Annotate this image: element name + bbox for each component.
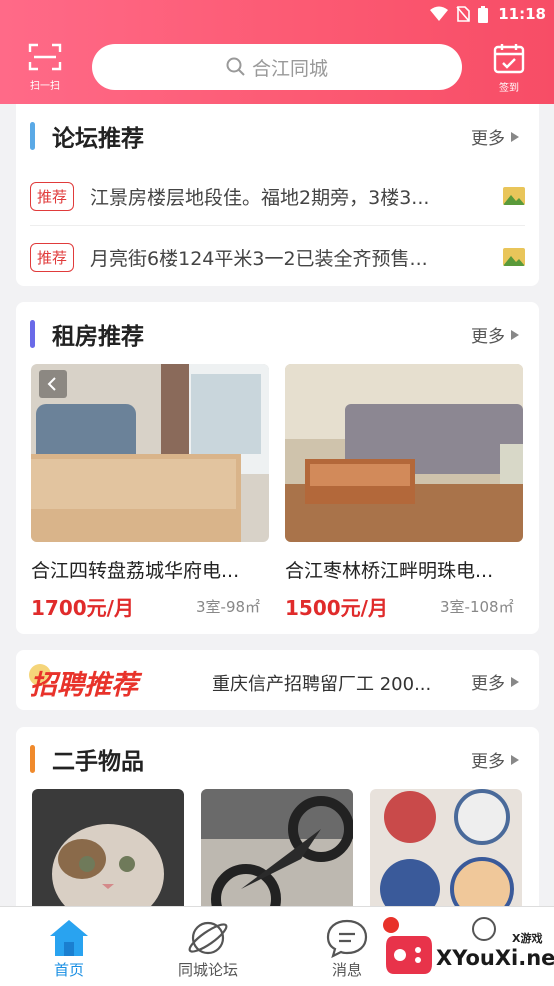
rental-more-link[interactable]: 更多 <box>471 322 519 347</box>
arrow-right-icon <box>511 676 519 687</box>
secondhand-section: 二手物品 更多 <box>16 727 539 929</box>
scan-label: 扫一扫 <box>30 81 60 92</box>
message-icon <box>326 919 368 958</box>
tab-forum-label: 同城论坛 <box>177 961 238 979</box>
divider <box>30 225 525 226</box>
jobs-more-link[interactable]: 更多 <box>471 669 519 694</box>
image-icon <box>503 248 525 266</box>
more-label: 更多 <box>471 752 505 772</box>
app-header: 11:18 扫一扫 合江同城 签到 <box>0 0 554 104</box>
tab-home[interactable]: 首页 <box>9 917 129 980</box>
more-label: 更多 <box>471 674 505 694</box>
secondhand-more-link[interactable]: 更多 <box>471 747 519 772</box>
image-icon <box>503 187 525 205</box>
rental-header: 租房推荐 更多 <box>16 302 539 356</box>
forum-post[interactable]: 推荐 月亮街6楼124平米3一2已装全齐预售... <box>30 228 525 286</box>
gamepad-logo-icon <box>386 936 432 974</box>
section-accent-bar <box>30 122 35 150</box>
tab-home-label: 首页 <box>53 961 84 979</box>
jobs-banner[interactable]: 招聘推荐 重庆信产招聘留厂工 200... 更多 <box>16 650 539 710</box>
watermark-badge: X游戏 <box>510 930 545 946</box>
search-icon <box>226 57 245 76</box>
forum-more-link[interactable]: 更多 <box>471 124 519 149</box>
section-accent-bar <box>30 320 35 348</box>
jobs-logo: 招聘推荐 <box>30 670 138 701</box>
rental-spec-2: 3室-108㎡ <box>440 598 514 616</box>
forum-post-title: 江景房楼层地段佳。福地2期旁，3楼3... <box>90 186 430 209</box>
search-bar[interactable]: 合江同城 <box>92 44 462 90</box>
watermark-brand: XYouXi.net <box>436 946 554 970</box>
secondhand-header: 二手物品 更多 <box>16 727 539 781</box>
rental-price-2: 1500元/月 <box>285 596 388 620</box>
rental-title-1[interactable]: 合江四转盘荔城华府电... <box>31 556 269 583</box>
secondhand-title: 二手物品 <box>52 749 144 775</box>
arrow-right-icon <box>511 131 519 142</box>
arrow-right-icon <box>511 754 519 765</box>
forum-post[interactable]: 推荐 江景房楼层地段佳。福地2期旁，3楼3... <box>30 167 525 225</box>
more-label: 更多 <box>471 327 505 347</box>
rental-title: 租房推荐 <box>52 324 144 350</box>
wifi-icon <box>430 6 448 21</box>
recommend-tag: 推荐 <box>30 181 75 211</box>
search-placeholder: 合江同城 <box>251 57 328 80</box>
tab-forum[interactable]: 同城论坛 <box>148 917 268 980</box>
scan-icon <box>28 43 62 71</box>
checkin-button[interactable]: 签到 <box>486 42 532 94</box>
status-icons <box>430 6 488 23</box>
prev-arrow-button[interactable] <box>39 370 67 398</box>
forum-header: 论坛推荐 更多 <box>16 104 539 158</box>
more-label: 更多 <box>471 129 505 149</box>
arrow-right-icon <box>511 329 519 340</box>
clock: 11:18 <box>498 5 546 23</box>
recommend-tag: 推荐 <box>30 242 75 272</box>
rental-photo[interactable] <box>31 364 269 542</box>
forum-title: 论坛推荐 <box>52 126 144 152</box>
forum-post-title: 月亮街6楼124平米3一2已装全齐预售... <box>90 247 428 270</box>
rental-spec-1: 3室-98㎡ <box>196 598 261 616</box>
no-sim-icon <box>456 6 470 22</box>
rental-title-2[interactable]: 合江枣林桥江畔明珠电... <box>285 556 523 583</box>
home-icon <box>50 920 88 956</box>
calendar-check-icon <box>493 44 525 74</box>
planet-icon <box>188 921 228 955</box>
section-accent-bar <box>30 745 35 773</box>
jobs-headline[interactable]: 重庆信产招聘留厂工 200... <box>212 670 450 696</box>
scan-button[interactable]: 扫一扫 <box>22 42 68 94</box>
battery-icon <box>478 6 488 23</box>
rental-section: 租房推荐 更多 合江四转盘荔城华府电... 1700元/月 3室-98㎡ 合江枣… <box>16 302 539 634</box>
rental-photo[interactable] <box>285 364 523 542</box>
forum-section: 论坛推荐 更多 推荐 江景房楼层地段佳。福地2期旁，3楼3... 推荐 月亮街6… <box>16 104 539 286</box>
rental-price-1: 1700元/月 <box>31 596 134 620</box>
watermark: X游戏 XYouXi.net <box>382 926 554 986</box>
status-bar: 11:18 <box>0 0 554 30</box>
checkin-label: 签到 <box>499 83 519 94</box>
